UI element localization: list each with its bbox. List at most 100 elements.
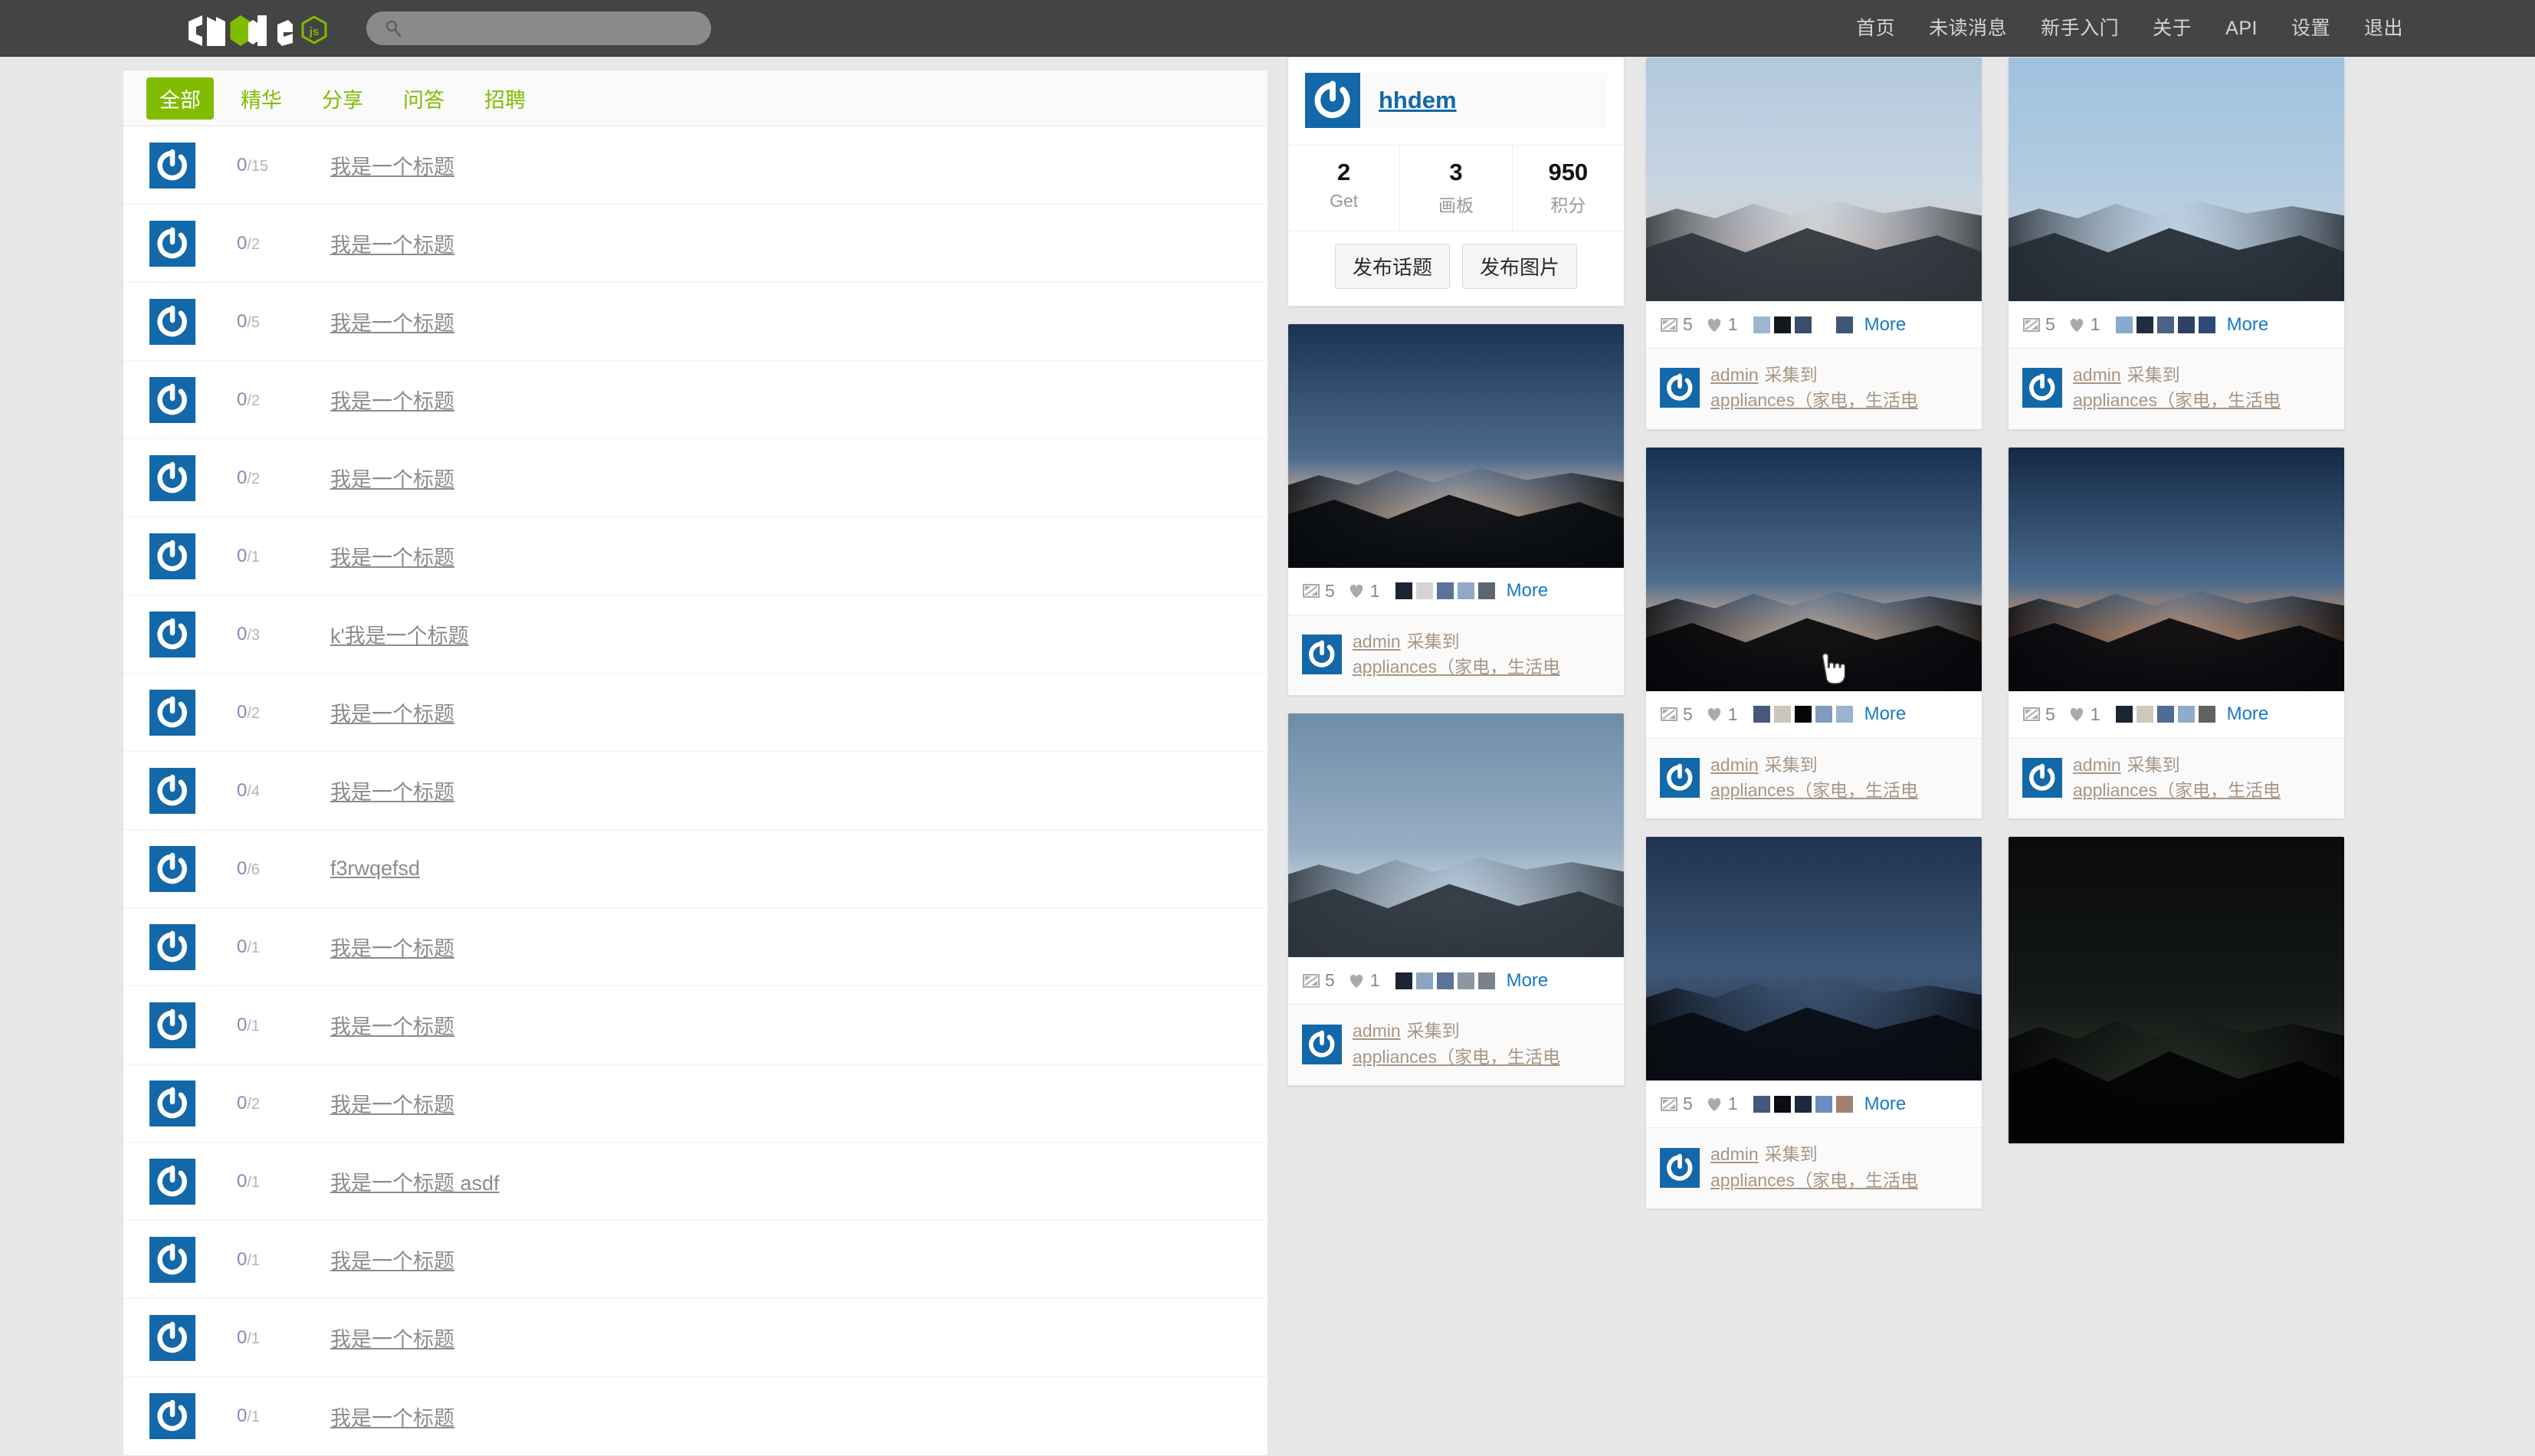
topic-row[interactable]: 0/15 我是一个标题 (123, 126, 1268, 205)
more-link[interactable]: More (2227, 703, 2269, 725)
color-swatch[interactable] (2156, 316, 2174, 333)
search-box[interactable] (366, 11, 711, 45)
color-swatch[interactable] (1477, 582, 1495, 600)
color-swatch[interactable] (1794, 706, 1812, 723)
pin-card[interactable]: 5 1 More admin 采集到 appliances（家电，生活电 (1287, 323, 1625, 697)
topic-author-avatar[interactable] (149, 298, 195, 345)
topic-title-link[interactable]: 我是一个标题 (330, 385, 454, 415)
topic-row[interactable]: 0/2 我是一个标题 (123, 361, 1268, 439)
color-swatch[interactable] (1835, 1095, 1853, 1113)
color-swatch[interactable] (1457, 582, 1474, 600)
pin-author-name[interactable]: admin (2073, 755, 2121, 775)
topic-author-avatar[interactable] (149, 533, 195, 579)
pin-board-name[interactable]: appliances（家电，生活电 (2073, 390, 2281, 410)
stat-score[interactable]: 950 积分 (1513, 146, 1624, 231)
topic-row[interactable]: 0/2 我是一个标题 (123, 1064, 1268, 1143)
topic-title-link[interactable]: 我是一个标题 (330, 1402, 454, 1431)
topic-row[interactable]: 0/3 k'我是一个标题 (123, 595, 1268, 674)
brand-logo-link[interactable]: js (187, 0, 348, 57)
color-swatch[interactable] (1415, 582, 1433, 600)
topic-title-link[interactable]: 我是一个标题 asdf (330, 1166, 500, 1196)
pin-board-name[interactable]: appliances（家电，生活电 (1353, 1047, 1560, 1067)
tab-all[interactable]: 全部 (146, 77, 214, 120)
repin-stat[interactable]: 5 (1660, 704, 1693, 725)
nav-item-about[interactable]: 关于 (2136, 0, 2209, 57)
pin-image[interactable] (1288, 323, 1624, 568)
color-swatch[interactable] (1794, 1095, 1812, 1113)
topic-author-avatar[interactable] (149, 454, 195, 501)
like-stat[interactable]: 1 (1347, 970, 1380, 991)
tab-qa[interactable]: 问答 (390, 77, 457, 120)
like-stat[interactable]: 1 (1705, 1094, 1738, 1114)
topic-row[interactable]: 0/6 f3rwqefsd (123, 830, 1268, 908)
color-swatch[interactable] (2177, 706, 2195, 723)
pin-author-name[interactable]: admin (1710, 755, 1759, 775)
topic-row[interactable]: 0/1 我是一个标题 (123, 517, 1268, 595)
color-swatch[interactable] (1753, 1095, 1770, 1113)
color-swatch[interactable] (1457, 972, 1474, 989)
pin-author-avatar[interactable] (1302, 1024, 1342, 1064)
color-swatch[interactable] (1835, 316, 1853, 333)
color-swatch[interactable] (2136, 706, 2153, 723)
more-link[interactable]: More (1864, 703, 1907, 725)
nav-item-api[interactable]: API (2209, 0, 2274, 57)
more-link[interactable]: More (1864, 1094, 1907, 1115)
topic-row[interactable]: 0/4 我是一个标题 (123, 752, 1268, 830)
pin-board-name[interactable]: appliances（家电，生活电 (1710, 390, 1918, 410)
pin-author-name[interactable]: admin (1353, 1021, 1401, 1041)
pin-board-name[interactable]: appliances（家电，生活电 (1353, 657, 1560, 677)
topic-row[interactable]: 0/1 我是一个标题 (123, 986, 1268, 1064)
nav-item-logout[interactable]: 退出 (2347, 0, 2420, 57)
pin-card[interactable]: 5 1 More admin 采集到 appliances（家电，生活电 (1287, 713, 1625, 1087)
nav-item-getstart[interactable]: 新手入门 (2024, 0, 2136, 57)
topic-row[interactable]: 0/1 我是一个标题 (123, 1221, 1268, 1299)
topic-title-link[interactable]: 我是一个标题 (330, 228, 454, 258)
color-swatch[interactable] (1773, 316, 1791, 333)
profile-avatar[interactable] (1305, 73, 1360, 128)
topic-row[interactable]: 0/1 我是一个标题 (123, 908, 1268, 986)
topic-author-avatar[interactable] (149, 142, 195, 189)
nav-item-messages[interactable]: 未读消息 (1912, 0, 2024, 57)
nav-item-settings[interactable]: 设置 (2274, 0, 2347, 57)
pin-card[interactable]: 5 1 More admin 采集到 appliances（家电，生活电 (2008, 446, 2345, 820)
repin-stat[interactable]: 5 (1302, 970, 1335, 991)
color-swatch[interactable] (1395, 582, 1412, 600)
color-swatch[interactable] (1753, 316, 1770, 333)
topic-row[interactable]: 0/2 我是一个标题 (123, 439, 1268, 517)
like-stat[interactable]: 1 (1705, 314, 1738, 335)
pin-board-name[interactable]: appliances（家电，生活电 (1710, 1170, 1918, 1190)
pin-card[interactable] (2008, 836, 2345, 1145)
pin-card[interactable]: 5 1 More admin 采集到 appliances（家电，生活电 (1645, 446, 1982, 820)
topic-title-link[interactable]: 我是一个标题 (330, 1244, 454, 1274)
pin-image[interactable] (1288, 713, 1624, 958)
pin-image[interactable] (1646, 837, 1982, 1081)
topic-author-avatar[interactable] (149, 1080, 195, 1126)
color-swatch[interactable] (1773, 706, 1791, 723)
pin-image[interactable] (1646, 57, 1982, 301)
repin-stat[interactable]: 5 (2022, 314, 2055, 335)
topic-author-avatar[interactable] (149, 767, 195, 814)
topic-row[interactable]: 0/2 我是一个标题 (123, 205, 1268, 283)
tab-share[interactable]: 分享 (309, 77, 376, 120)
pin-image[interactable] (2009, 837, 2344, 1144)
pin-card[interactable]: 5 1 More admin 采集到 appliances（家电，生活电 (1645, 57, 1982, 430)
pin-author-avatar[interactable] (1660, 758, 1700, 799)
color-swatch[interactable] (2198, 706, 2215, 723)
color-swatch[interactable] (1815, 706, 1832, 723)
tab-essence[interactable]: 精华 (228, 77, 295, 120)
topic-author-avatar[interactable] (149, 1314, 195, 1361)
color-swatch[interactable] (2156, 706, 2174, 723)
more-link[interactable]: More (1864, 314, 1907, 336)
topic-author-avatar[interactable] (149, 220, 195, 267)
topic-author-avatar[interactable] (149, 1236, 195, 1283)
nav-item-home[interactable]: 首页 (1839, 0, 1912, 57)
topic-row[interactable]: 0/1 我是一个标题 (123, 1299, 1268, 1377)
color-swatch[interactable] (1436, 972, 1454, 989)
more-link[interactable]: More (2227, 314, 2269, 336)
topic-author-avatar[interactable] (149, 376, 195, 423)
topic-title-link[interactable]: 我是一个标题 (330, 463, 454, 493)
color-swatch[interactable] (1794, 316, 1812, 333)
tab-jobs[interactable]: 招聘 (471, 77, 539, 120)
pin-author-avatar[interactable] (2022, 758, 2062, 799)
repin-stat[interactable]: 5 (1660, 314, 1693, 335)
